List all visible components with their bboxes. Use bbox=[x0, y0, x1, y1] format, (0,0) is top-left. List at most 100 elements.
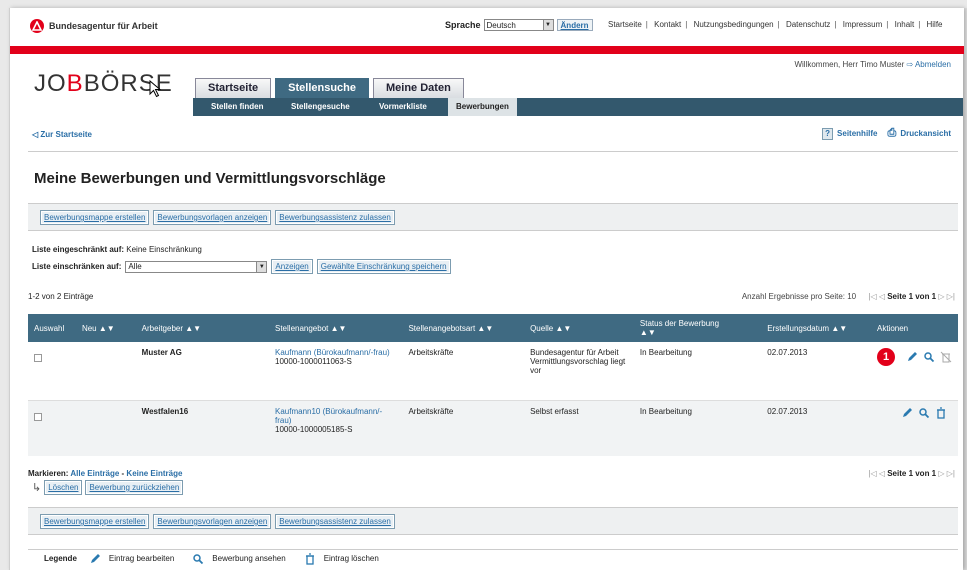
top-bar: Bundesagentur für Arbeit Sprache Deutsch… bbox=[10, 8, 964, 46]
back-link[interactable]: ◁ Zur Startseite bbox=[32, 130, 92, 139]
sort-icon: ▲▼ bbox=[185, 323, 202, 333]
subnav-stellen-finden[interactable]: Stellen finden bbox=[211, 98, 263, 116]
toplink-inhalt[interactable]: Inhalt bbox=[895, 20, 915, 29]
first-page-icon[interactable]: |◁ bbox=[868, 469, 876, 478]
magnifier-view-icon[interactable] bbox=[918, 407, 930, 419]
pencil-edit-icon bbox=[90, 553, 100, 563]
mark-none-link[interactable]: Keine Einträge bbox=[126, 469, 182, 478]
printer-icon: ⎙ bbox=[887, 127, 897, 139]
print-link[interactable]: ⎙ Druckansicht bbox=[888, 127, 952, 140]
col-arbeitgeber[interactable]: Arbeitgeber ▲▼ bbox=[135, 314, 269, 342]
last-page-icon[interactable]: ▷| bbox=[947, 469, 955, 478]
trash-icon[interactable] bbox=[935, 406, 947, 419]
show-templates-button[interactable]: Bewerbungsvorlagen anzeigen bbox=[153, 210, 272, 225]
toplink-datenschutz[interactable]: Datenschutz bbox=[786, 20, 830, 29]
next-page-icon[interactable]: ▷ bbox=[938, 292, 944, 301]
logout-link[interactable]: ⇨ Abmelden bbox=[906, 60, 951, 69]
col-quelle[interactable]: Quelle ▲▼ bbox=[524, 314, 634, 342]
row-checkbox[interactable] bbox=[34, 354, 42, 362]
magnifier-view-icon[interactable] bbox=[923, 351, 935, 363]
tab-meine-daten[interactable]: Meine Daten bbox=[373, 78, 464, 98]
subnav-vormerkliste[interactable]: Vormerkliste bbox=[379, 98, 427, 116]
red-divider bbox=[10, 46, 964, 54]
prev-page-icon[interactable]: ◁ bbox=[879, 469, 885, 478]
create-folder-button[interactable]: Bewerbungsmappe erstellen bbox=[40, 210, 150, 225]
mark-selection: Markieren: Alle Einträge - Keine Einträg… bbox=[28, 469, 183, 478]
restrict-select[interactable]: Alle ▼ bbox=[125, 260, 268, 273]
pencil-edit-icon[interactable] bbox=[901, 407, 913, 419]
allow-assistance-button[interactable]: Bewerbungsassistenz zulassen bbox=[275, 514, 395, 529]
trash-disabled-icon bbox=[940, 351, 952, 363]
employer: Muster AG bbox=[141, 348, 182, 357]
pager-bottom: |◁ ◁ Seite 1 von 1 ▷ ▷| bbox=[868, 469, 955, 478]
main-tabs: Startseite Stellensuche Meine Daten bbox=[195, 78, 464, 98]
col-stellenangebotsart[interactable]: Stellenangebotsart ▲▼ bbox=[402, 314, 525, 342]
col-stellenangebot[interactable]: Stellenangebot ▲▼ bbox=[269, 314, 403, 342]
button-bar-top: Bewerbungsmappe erstellen Bewerbungsvorl… bbox=[28, 203, 958, 231]
page-indicator: Seite 1 von 1 bbox=[887, 469, 937, 478]
per-page-label[interactable]: Anzahl Ergebnisse pro Seite: 10 bbox=[742, 292, 856, 301]
language-select[interactable]: Deutsch ▼ bbox=[483, 19, 554, 31]
toplink-startseite[interactable]: Startseite bbox=[608, 20, 642, 29]
ba-logo-text: Bundesagentur für Arbeit bbox=[49, 21, 158, 31]
restricted-value: Keine Einschränkung bbox=[126, 245, 202, 254]
table-header-row: Auswahl Neu ▲▼ Arbeitgeber ▲▼ Stellenang… bbox=[28, 314, 958, 342]
show-templates-button[interactable]: Bewerbungsvorlagen anzeigen bbox=[153, 514, 272, 529]
legend-view: Bewerbung ansehen bbox=[212, 554, 286, 563]
toplink-hilfe[interactable]: Hilfe bbox=[927, 20, 943, 29]
col-neu[interactable]: Neu ▲▼ bbox=[75, 314, 136, 342]
source: Bundesagentur für Arbeit Vermittlungsvor… bbox=[524, 342, 634, 401]
chevron-down-icon: ▼ bbox=[542, 20, 553, 30]
change-language-button[interactable]: Ändern bbox=[556, 19, 593, 31]
sort-icon: ▲▼ bbox=[831, 323, 848, 333]
show-button[interactable]: Anzeigen bbox=[271, 259, 313, 274]
sort-icon: ▲▼ bbox=[330, 323, 347, 333]
save-filter-button[interactable]: Gewählte Einschränkung speichern bbox=[316, 259, 451, 274]
delete-button[interactable]: Löschen bbox=[44, 480, 83, 495]
next-page-icon[interactable]: ▷ bbox=[938, 469, 944, 478]
toplink-nutzungsbedingungen[interactable]: Nutzungsbedingungen bbox=[694, 20, 774, 29]
status: In Bearbeitung bbox=[633, 342, 762, 401]
page-indicator: Seite 1 von 1 bbox=[887, 292, 937, 301]
top-links: Startseite | Kontakt | Nutzungsbedingungen… bbox=[608, 20, 943, 29]
mouse-cursor-icon bbox=[149, 80, 162, 98]
mark-label: Markieren: bbox=[28, 469, 69, 478]
offer-link[interactable]: Kaufmann10 (Bürokaufmann/-frau) bbox=[275, 407, 382, 425]
offer-link[interactable]: Kaufmann (Bürokaufmann/-frau) bbox=[275, 348, 390, 357]
ba-logo-icon bbox=[30, 19, 44, 33]
logout-icon: ⇨ bbox=[906, 60, 914, 69]
subnav-bewerbungen[interactable]: Bewerbungen bbox=[448, 98, 517, 116]
withdraw-button[interactable]: Bewerbung zurückziehen bbox=[85, 480, 184, 495]
allow-assistance-button[interactable]: Bewerbungsassistenz zulassen bbox=[275, 210, 395, 225]
page: Bundesagentur für Arbeit Sprache Deutsch… bbox=[9, 8, 964, 570]
sub-navigation: Stellen finden Stellengesuche Vormerklis… bbox=[193, 98, 963, 116]
tab-startseite[interactable]: Startseite bbox=[195, 78, 272, 98]
row-checkbox[interactable] bbox=[34, 412, 42, 421]
welcome-text: Willkommen, Herr Timo Muster bbox=[794, 60, 905, 69]
toplink-impressum[interactable]: Impressum bbox=[843, 20, 883, 29]
prev-page-icon[interactable]: ◁ bbox=[879, 292, 885, 301]
first-page-icon[interactable]: |◁ bbox=[868, 292, 876, 301]
ba-logo[interactable]: Bundesagentur für Arbeit bbox=[30, 19, 158, 33]
col-datum[interactable]: Erstellungsdatum ▲▼ bbox=[761, 314, 871, 342]
col-status[interactable]: Status der Bewerbung ▲▼ bbox=[633, 314, 762, 342]
subnav-stellengesuche[interactable]: Stellengesuche bbox=[291, 98, 350, 116]
tab-stellensuche[interactable]: Stellensuche bbox=[275, 78, 369, 98]
button-bar-bottom: Bewerbungsmappe erstellen Bewerbungsvorl… bbox=[28, 507, 958, 535]
restrict-label: Liste einschränken auf: bbox=[32, 262, 122, 271]
offer-type: Arbeitskräfte bbox=[402, 342, 525, 401]
mark-all-link[interactable]: Alle Einträge bbox=[70, 469, 119, 478]
help-link[interactable]: ? Seitenhilfe bbox=[822, 127, 878, 140]
trash-icon bbox=[305, 552, 314, 565]
language-label: Sprache bbox=[445, 20, 481, 30]
create-folder-button[interactable]: Bewerbungsmappe erstellen bbox=[40, 514, 150, 529]
sort-icon: ▲▼ bbox=[555, 323, 572, 333]
last-page-icon[interactable]: ▷| bbox=[947, 292, 955, 301]
col-auswahl: Auswahl bbox=[28, 314, 76, 342]
sort-icon: ▲▼ bbox=[477, 323, 494, 333]
pencil-edit-icon[interactable] bbox=[906, 351, 918, 363]
bulk-actions: ↳ Löschen Bewerbung zurückziehen bbox=[32, 480, 184, 495]
offer-id: 10000-1000005185-S bbox=[275, 424, 353, 434]
toplink-kontakt[interactable]: Kontakt bbox=[654, 20, 681, 29]
legend: Legende Eintrag bearbeiten Bewerbung ans… bbox=[28, 549, 958, 567]
